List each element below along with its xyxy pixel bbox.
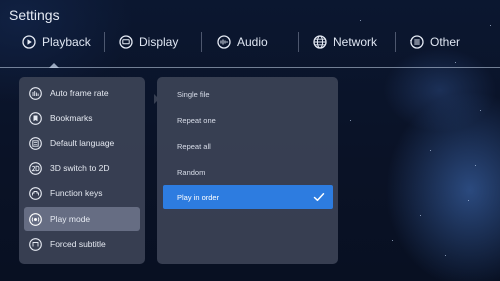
menu-item-play-mode[interactable]: Play mode [24,207,140,231]
audio-icon [217,35,231,49]
playback-settings-menu: Auto frame rate Bookmarks Default langua… [19,77,145,264]
menu-item-label: Function keys [50,188,103,198]
tab-label: Display [139,35,179,49]
menu-item-label: Forced subtitle [50,239,106,249]
menu-circle-icon [410,35,424,49]
tab-divider [395,32,396,52]
page-title: Settings [9,7,60,23]
option-repeat-all[interactable]: Repeat all [163,134,333,158]
globe-icon [313,35,327,49]
tab-label: Playback [42,35,91,49]
option-label: Single file [177,89,210,99]
tab-divider [104,32,105,52]
option-play-in-order[interactable]: Play in order [163,185,333,209]
tab-label: Audio [237,35,268,49]
tab-playback[interactable]: Playback [22,30,91,54]
menu-item-default-language[interactable]: Default language [24,131,140,155]
display-icon [119,35,133,49]
option-label: Random [177,167,206,177]
subtitle-icon [28,237,42,251]
menu-item-bookmarks[interactable]: Bookmarks [24,106,140,130]
menu-item-label: Default language [50,138,115,148]
menu-item-label: 3D switch to 2D [50,163,110,173]
menu-item-3d-switch-to-2d[interactable]: 3D switch to 2D [24,156,140,180]
option-repeat-one[interactable]: Repeat one [163,108,333,132]
tab-divider [201,32,202,52]
bookmark-icon [28,111,42,125]
tab-underline [0,67,500,68]
language-icon [28,136,42,150]
menu-item-function-keys[interactable]: Function keys [24,181,140,205]
option-random[interactable]: Random [163,160,333,184]
tab-other[interactable]: Other [410,30,460,54]
tab-label: Other [430,35,461,49]
option-single-file[interactable]: Single file [163,82,333,106]
2d-icon [28,161,42,175]
tab-bar: Playback Display Audio Network Other [0,30,500,54]
menu-item-label: Bookmarks [50,113,93,123]
option-label: Repeat all [177,141,211,151]
tab-display[interactable]: Display [119,30,178,54]
menu-item-label: Auto frame rate [50,88,109,98]
option-label: Play in order [177,192,220,202]
tab-divider [298,32,299,52]
function-keys-icon [28,186,42,200]
menu-item-auto-frame-rate[interactable]: Auto frame rate [24,81,140,105]
play-circle-icon [22,35,36,49]
menu-item-forced-subtitle[interactable]: Forced subtitle [24,232,140,256]
menu-item-label: Play mode [50,214,91,224]
tab-label: Network [333,35,378,49]
option-label: Repeat one [177,115,216,125]
frame-rate-icon [28,86,42,100]
play-mode-icon [28,212,42,226]
tab-audio[interactable]: Audio [217,30,268,54]
play-mode-options: Single file Repeat one Repeat all Random… [157,77,338,264]
checkmark-icon [313,191,325,203]
tab-network[interactable]: Network [313,30,377,54]
